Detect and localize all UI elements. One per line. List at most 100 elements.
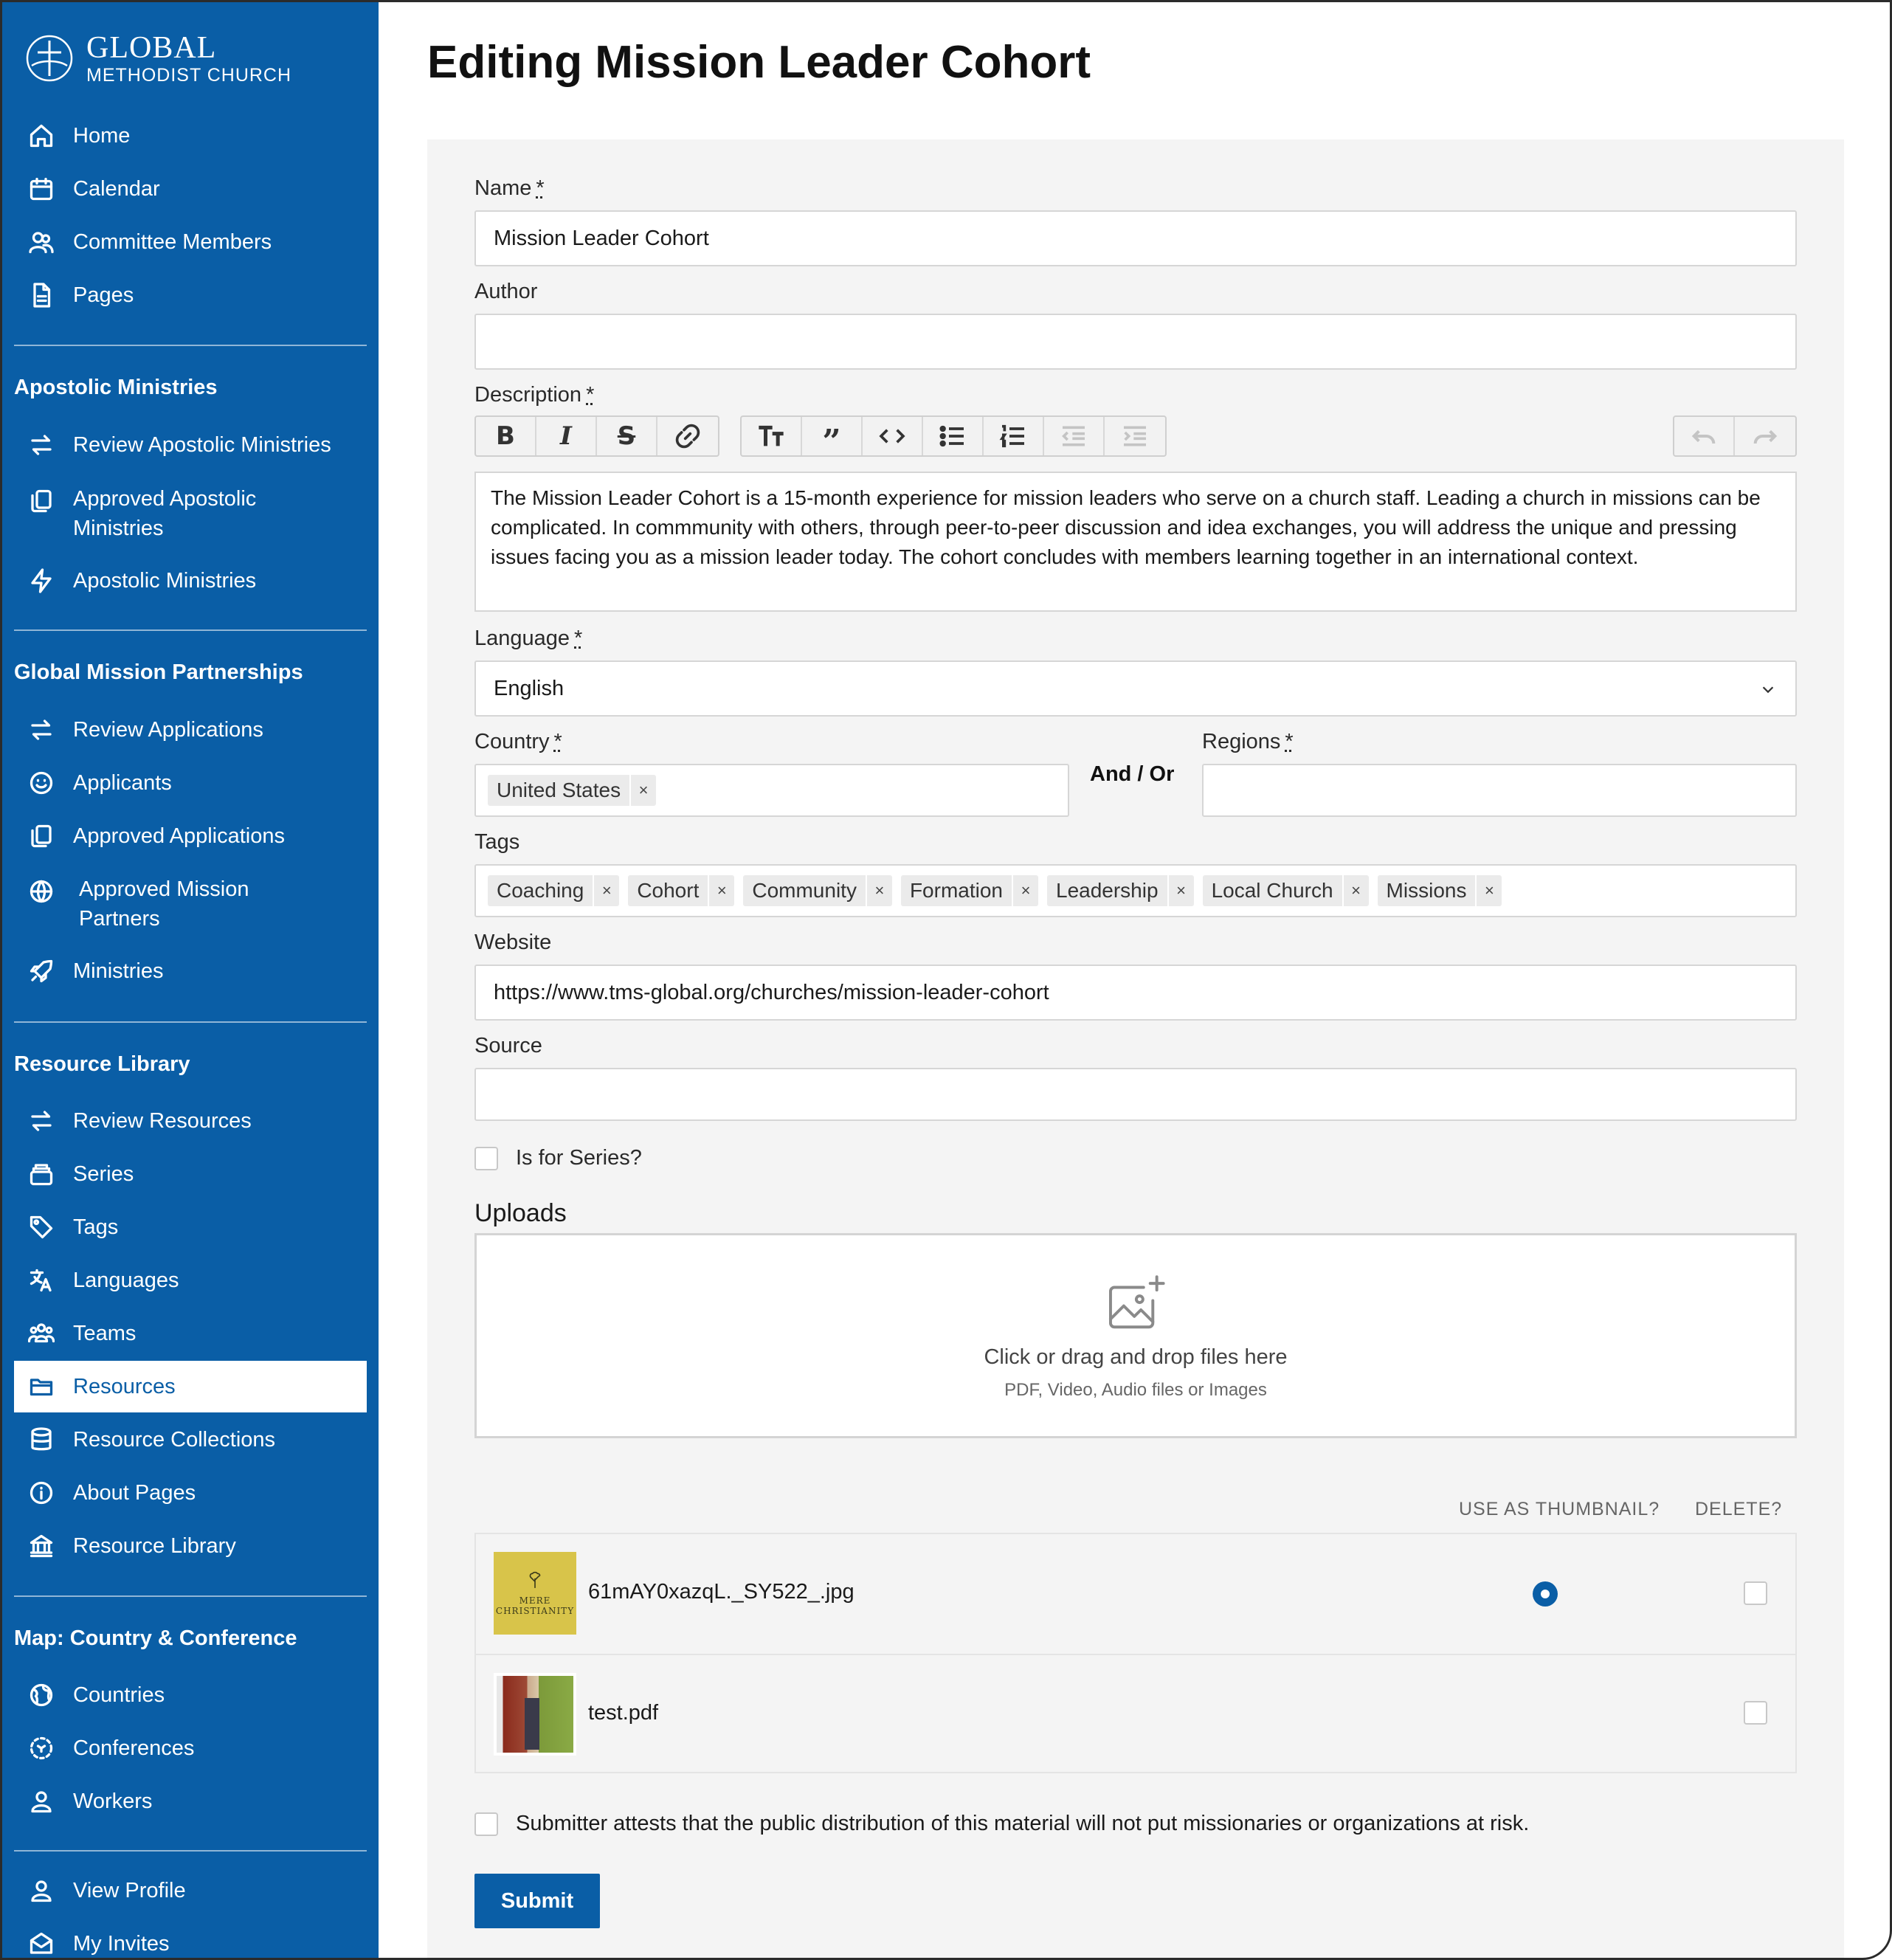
- name-input-value: Mission Leader Cohort: [494, 226, 709, 250]
- sidebar-item-view-profile[interactable]: View Profile: [14, 1865, 367, 1916]
- delete-file-checkbox[interactable]: [1744, 1581, 1767, 1605]
- undo-button[interactable]: [1674, 417, 1735, 455]
- sidebar-item-resource-collections[interactable]: Resource Collections: [14, 1414, 367, 1466]
- heading-button[interactable]: [742, 417, 802, 455]
- tag-chip: Formation ×: [900, 875, 1038, 906]
- quote-icon: ”: [822, 422, 841, 460]
- sidebar-item-label: Conferences: [73, 1736, 195, 1760]
- sidebar-item-label: Review Applications: [73, 718, 263, 742]
- sidebar-item-teams[interactable]: Teams: [14, 1308, 367, 1359]
- sidebar-item-review-apostolic[interactable]: Review Apostolic Ministries: [14, 419, 367, 471]
- chip-label: Cohort: [637, 879, 700, 902]
- history-toolbar: [1673, 415, 1797, 457]
- remove-chip-icon[interactable]: ×: [593, 875, 619, 906]
- library-icon: [27, 1532, 55, 1560]
- sidebar-item-conferences[interactable]: Conferences: [14, 1722, 367, 1774]
- redo-button[interactable]: [1735, 417, 1795, 455]
- upload-dropzone[interactable]: Click or drag and drop files here PDF, V…: [474, 1233, 1797, 1438]
- bold-button[interactable]: B: [476, 417, 536, 455]
- sidebar-item-apostolic-ministries[interactable]: Apostolic Ministries: [14, 555, 367, 607]
- sidebar-item-committee-members[interactable]: Committee Members: [14, 216, 367, 268]
- brand-logo[interactable]: GLOBAL METHODIST CHURCH: [24, 29, 291, 88]
- file-thumbnail: MERE CHRISTIANITY: [494, 1552, 576, 1635]
- copy-icon: [27, 487, 55, 515]
- strikethrough-icon: S: [617, 421, 636, 451]
- sidebar-item-about-pages[interactable]: About Pages: [14, 1467, 367, 1519]
- redo-icon: [1753, 429, 1778, 444]
- author-input[interactable]: [474, 314, 1797, 370]
- tag-chip: Local Church ×: [1202, 875, 1369, 906]
- sidebar-item-pages[interactable]: Pages: [14, 269, 367, 321]
- sidebar-item-resources[interactable]: Resources: [14, 1361, 367, 1412]
- delete-file-checkbox[interactable]: [1744, 1701, 1767, 1725]
- brand-line-1: GLOBAL: [86, 30, 217, 65]
- uploaded-files-list: MERE CHRISTIANITY 61mAY0xazqL._SY522_.jp…: [474, 1533, 1797, 1773]
- language-select[interactable]: English: [474, 660, 1797, 717]
- name-input[interactable]: Mission Leader Cohort: [474, 210, 1797, 266]
- attest-checkbox[interactable]: [474, 1812, 498, 1836]
- submit-button[interactable]: Submit: [474, 1874, 600, 1928]
- sidebar-item-review-resources[interactable]: Review Resources: [14, 1095, 367, 1147]
- indent-button[interactable]: [1105, 417, 1165, 455]
- use-as-thumbnail-radio[interactable]: [1533, 1581, 1558, 1607]
- country-chip: United States ×: [488, 775, 657, 806]
- sidebar-item-label: Series: [73, 1162, 134, 1186]
- remove-chip-icon[interactable]: ×: [708, 875, 734, 906]
- remove-chip-icon[interactable]: ×: [1012, 875, 1038, 906]
- sidebar-item-approved-mission-partners[interactable]: Approved Mission Partners: [14, 873, 367, 935]
- sidebar-item-applicants[interactable]: Applicants: [14, 757, 367, 809]
- home-icon: [27, 122, 55, 150]
- italic-button[interactable]: I: [536, 417, 597, 455]
- sidebar-item-review-applications[interactable]: Review Applications: [14, 704, 367, 756]
- sidebar-item-label: Applicants: [73, 771, 172, 795]
- sidebar-item-tags[interactable]: Tags: [14, 1201, 367, 1253]
- app-window: GLOBAL METHODIST CHURCH Home Calendar Co…: [0, 0, 1892, 1960]
- swap-icon: [27, 431, 55, 459]
- remove-chip-icon[interactable]: ×: [1475, 875, 1502, 906]
- sidebar-item-countries[interactable]: Countries: [14, 1669, 367, 1721]
- remove-chip-icon[interactable]: ×: [629, 775, 656, 806]
- sidebar-item-series[interactable]: Series: [14, 1148, 367, 1200]
- country-multiselect[interactable]: United States ×: [474, 764, 1069, 817]
- chip-label: Community: [752, 879, 857, 902]
- remove-chip-icon[interactable]: ×: [1167, 875, 1194, 906]
- sidebar-item-home[interactable]: Home: [14, 110, 367, 162]
- language-label: Language *: [474, 627, 583, 650]
- sidebar-item-approved-apostolic[interactable]: Approved Apostolic Ministries: [14, 483, 367, 545]
- website-input-value: https://www.tms-global.org/churches/miss…: [494, 980, 1049, 1004]
- cross-flame-logo-icon: [26, 35, 73, 82]
- outdent-button[interactable]: [1044, 417, 1105, 455]
- sidebar-item-label: Approved Apostolic Ministries: [73, 487, 257, 540]
- bullet-list-button[interactable]: [923, 417, 984, 455]
- sidebar-item-resource-library[interactable]: Resource Library: [14, 1520, 367, 1572]
- description-editor[interactable]: The Mission Leader Cohort is a 15-month …: [474, 472, 1797, 612]
- link-button[interactable]: [657, 417, 718, 455]
- tag-icon: [27, 1213, 55, 1241]
- code-button[interactable]: [863, 417, 923, 455]
- sidebar-item-workers[interactable]: Workers: [14, 1776, 367, 1827]
- quote-button[interactable]: ”: [802, 417, 863, 460]
- section-title-map: Map: Country & Conference: [14, 1626, 297, 1650]
- numbered-list-button[interactable]: [984, 417, 1044, 455]
- sidebar-item-approved-applications[interactable]: Approved Applications: [14, 810, 367, 862]
- source-input[interactable]: [474, 1068, 1797, 1121]
- chip-label: United States: [497, 779, 621, 801]
- series-checkbox[interactable]: [474, 1147, 498, 1170]
- remove-chip-icon[interactable]: ×: [865, 875, 892, 906]
- sidebar-item-calendar[interactable]: Calendar: [14, 163, 367, 215]
- bullet-list-icon: [939, 425, 964, 447]
- chip-label: Missions: [1386, 879, 1467, 902]
- sidebar-item-label: Review Apostolic Ministries: [73, 433, 331, 457]
- sidebar-item-my-invites[interactable]: My Invites: [14, 1918, 367, 1958]
- regions-multiselect[interactable]: [1202, 764, 1797, 817]
- team-icon: [27, 1319, 55, 1348]
- bolt-icon: [27, 567, 55, 595]
- sidebar-item-languages[interactable]: Languages: [14, 1255, 367, 1306]
- and-or-label: And / Or: [1090, 762, 1175, 786]
- website-input[interactable]: https://www.tms-global.org/churches/miss…: [474, 965, 1797, 1021]
- strikethrough-button[interactable]: S: [597, 417, 657, 455]
- remove-chip-icon[interactable]: ×: [1342, 875, 1369, 906]
- tags-multiselect[interactable]: Coaching × Cohort × Community × Formation × …: [474, 864, 1797, 917]
- sidebar-item-ministries[interactable]: Ministries: [14, 945, 367, 997]
- tag-chip: Community ×: [743, 875, 892, 906]
